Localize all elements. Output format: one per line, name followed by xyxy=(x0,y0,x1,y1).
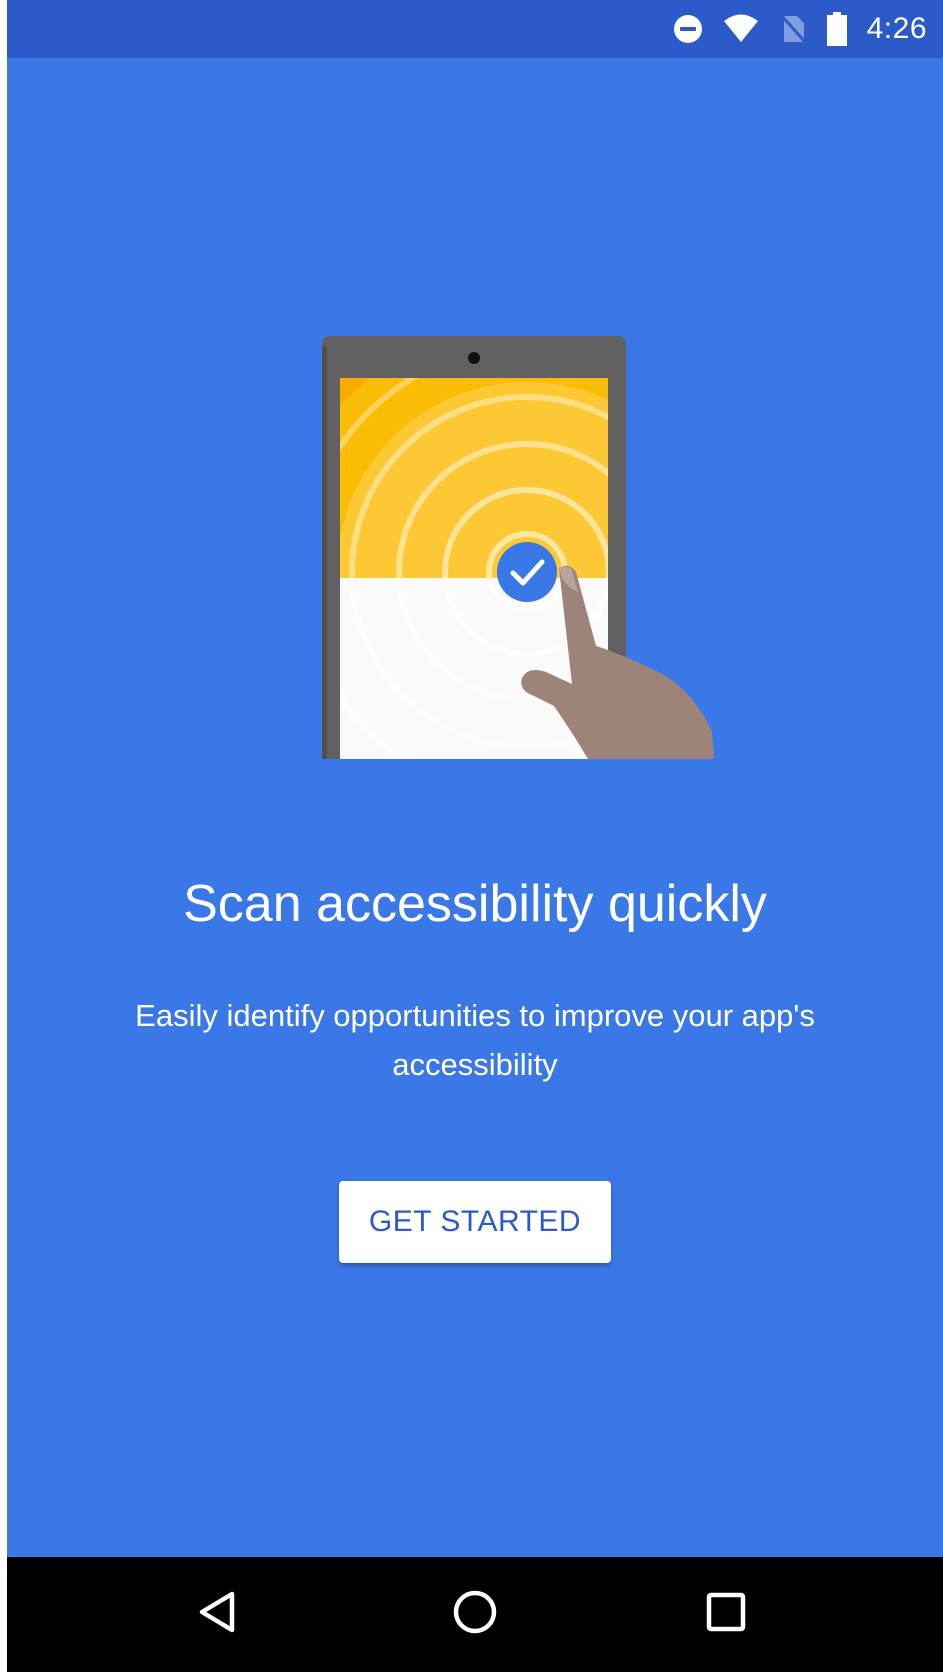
back-button[interactable] xyxy=(157,1557,277,1672)
back-icon xyxy=(197,1590,237,1639)
status-icons: 4:26 xyxy=(653,0,927,58)
recents-button[interactable] xyxy=(666,1557,786,1672)
tablet-camera xyxy=(468,352,480,364)
navigation-bar xyxy=(7,1557,943,1672)
onboarding-screen: 4:26 Scan accessibility quickly Easily i… xyxy=(7,0,943,1672)
battery-icon xyxy=(826,12,847,46)
home-button[interactable] xyxy=(415,1557,535,1672)
recents-icon xyxy=(706,1592,746,1637)
page-title: Scan accessibility quickly xyxy=(183,875,767,933)
do-not-disturb-icon xyxy=(673,14,703,44)
page-subtitle: Easily identify opportunities to improve… xyxy=(135,998,815,1082)
wifi-icon xyxy=(723,14,759,44)
no-sim-icon xyxy=(779,13,807,45)
check-badge xyxy=(497,542,557,602)
status-bar: 4:26 xyxy=(7,0,943,58)
get-started-button[interactable]: GET STARTED xyxy=(339,1181,611,1263)
home-icon xyxy=(452,1589,498,1640)
status-time: 4:26 xyxy=(866,12,927,45)
tablet-tap-check-illustration xyxy=(322,336,742,759)
